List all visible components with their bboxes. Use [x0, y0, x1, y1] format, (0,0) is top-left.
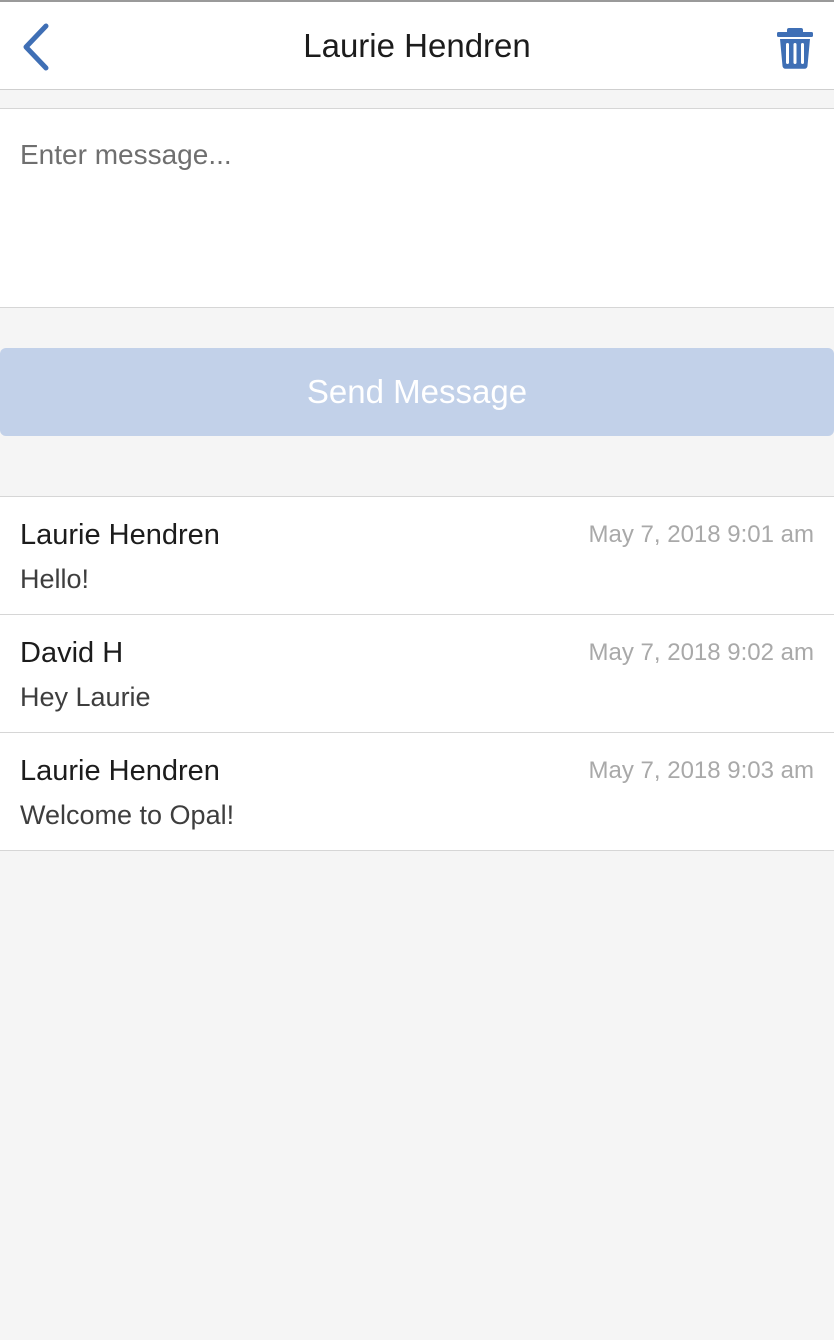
send-message-button[interactable]: Send Message [0, 348, 834, 436]
message-item[interactable]: Laurie Hendren May 7, 2018 9:01 am Hello… [0, 497, 834, 615]
message-timestamp: May 7, 2018 9:02 am [588, 639, 814, 666]
delete-conversation-button[interactable] [774, 24, 816, 70]
nav-header: Laurie Hendren [0, 2, 834, 90]
message-text: Welcome to Opal! [20, 800, 235, 830]
message-timestamp: May 7, 2018 9:03 am [588, 757, 814, 784]
message-timestamp: May 7, 2018 9:01 am [588, 521, 814, 548]
message-text: Hey Laurie [20, 682, 151, 712]
message-sender: Laurie Hendren [20, 755, 220, 787]
message-item[interactable]: Laurie Hendren May 7, 2018 9:03 am Welco… [0, 733, 834, 851]
compose-area [0, 108, 834, 308]
message-sender: David H [20, 637, 124, 669]
message-list: Laurie Hendren May 7, 2018 9:01 am Hello… [0, 496, 834, 851]
trash-icon [777, 28, 813, 69]
message-sender: Laurie Hendren [20, 519, 220, 551]
message-input[interactable] [0, 109, 834, 307]
message-item[interactable]: David H May 7, 2018 9:02 am Hey Laurie [0, 615, 834, 733]
message-text: Hello! [20, 564, 90, 594]
page-title: Laurie Hendren [303, 27, 531, 64]
